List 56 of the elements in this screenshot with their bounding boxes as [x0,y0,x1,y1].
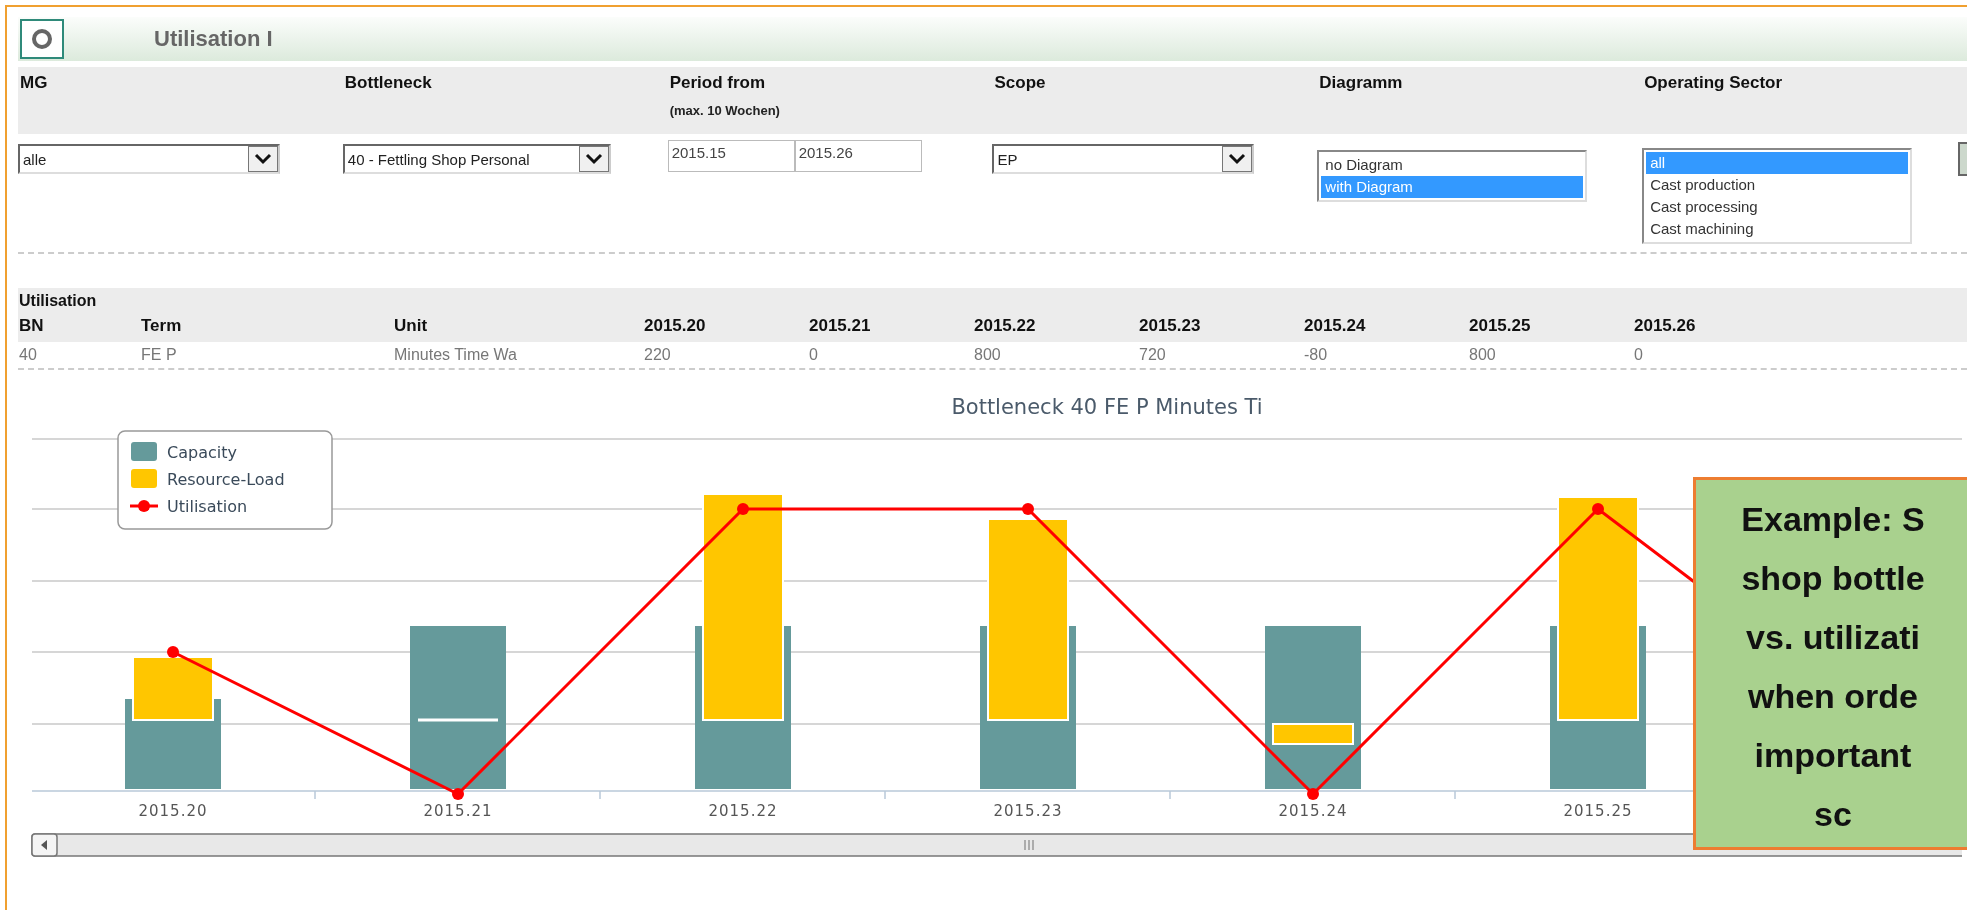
column-header: 2015.24 [1303,315,1367,337]
column-header: 2015.22 [973,315,1037,337]
axis-label: 2015.25 [1563,802,1633,820]
list-option[interactable]: Cast production [1646,174,1909,196]
section-title: Utilisation [18,292,98,310]
axis-label: 2015.22 [708,802,778,820]
chevron-down-icon [578,146,609,172]
chevron-down-icon [1222,146,1253,172]
table-cell-text: 220 [643,346,672,364]
callout-text: Example: S shop bottle vs. utilizati when orde important sc [1740,499,1926,835]
axis-label: 2015.21 [423,802,493,820]
legend-label[interactable]: Resource-Load [167,470,285,489]
filter-label: Operating Sector [1644,73,1784,93]
filter-note: (max. 10 Wochen) [669,103,781,118]
legend-label[interactable]: Utilisation [167,497,248,516]
horizontal-scrollbar[interactable] [31,833,1962,857]
filter-label: Bottleneck [344,73,433,93]
column-header: Unit [393,315,429,337]
column-header: 2015.26 [1633,315,1697,337]
table-cell-text: 0 [808,346,819,364]
list-option[interactable]: Cast processing [1646,196,1909,218]
list-box[interactable]: all Cast production Cast processing Cast machining [1642,148,1913,244]
column-header: 2015.25 [1468,315,1532,337]
table-cell-text: 800 [973,346,1002,364]
list-option[interactable]: no Diagram [1321,154,1584,176]
filter-label: Period from [669,73,767,93]
column-header: 2015.21 [808,315,872,337]
input-field[interactable]: 2015.26 [794,140,922,172]
legend-line-icon [130,500,158,512]
window-title: Utilisation I [154,26,273,52]
filter-label: Scope [994,73,1047,93]
table-cell-text: Minutes Time Wa [393,346,518,364]
axis-label: 2015.23 [993,802,1063,820]
dropdown-field[interactable]: EP [992,144,1255,174]
axis-label: 2015.24 [1278,802,1348,820]
table-cell-text: 720 [1138,346,1167,364]
chevron-down-icon [248,146,278,172]
table-cell-text: 0 [1633,346,1644,364]
dropdown-field[interactable]: 40 - Fettling Shop Personal [342,144,611,174]
table-cell-text: -80 [1303,346,1329,364]
table-cell-text: FE P [140,346,178,364]
table-cell-text: 40 [18,346,38,364]
input-field[interactable]: 2015.15 [667,140,795,172]
list-option[interactable]: Cast machining [1646,218,1909,240]
table-cell-text: 800 [1468,346,1497,364]
dropdown-field[interactable]: alle [18,144,280,174]
legend-label[interactable]: Capacity [167,443,237,462]
column-header: 2015.20 [643,315,707,337]
column-header: 2015.23 [1138,315,1202,337]
filter-label: MG [20,73,49,93]
filter-label: Diagramm [1319,73,1404,93]
chart-title: Bottleneck 40 FE P Minutes Ti [951,395,1263,419]
list-box[interactable]: no Diagram with Diagram [1317,150,1588,202]
axis-label: 2015.20 [138,802,208,820]
column-header: BN [18,315,45,337]
column-header: Term [140,315,183,337]
